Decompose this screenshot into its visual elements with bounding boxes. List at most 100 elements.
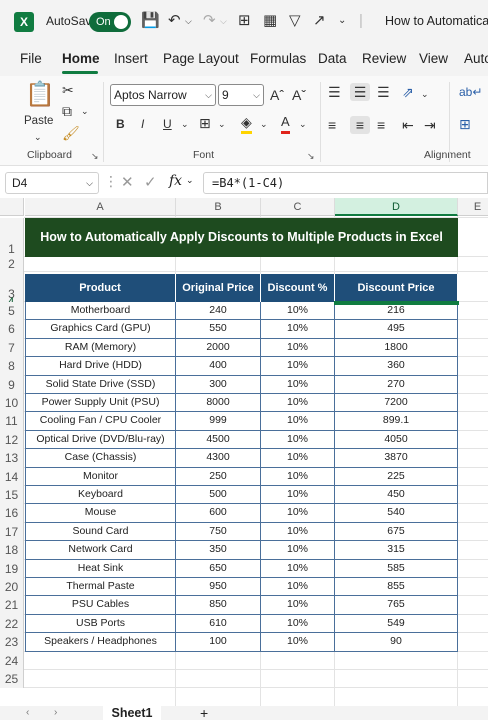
- cancel-icon[interactable]: ✕: [121, 173, 134, 191]
- tab-view[interactable]: View: [419, 51, 448, 66]
- discount-cell[interactable]: 10%: [261, 614, 335, 634]
- bold-icon[interactable]: B: [116, 115, 125, 133]
- discount-cell[interactable]: 10%: [261, 633, 335, 652]
- discount-price-cell[interactable]: 90: [335, 633, 458, 652]
- borders-icon[interactable]: ⊞: [199, 114, 211, 132]
- sheet-tab-sheet1[interactable]: Sheet1: [103, 706, 161, 720]
- row-header-17[interactable]: 17: [0, 522, 24, 542]
- row-header-19[interactable]: 19: [0, 559, 24, 578]
- discount-cell[interactable]: 10%: [261, 357, 335, 376]
- copy-icon[interactable]: ⧉: [62, 102, 72, 120]
- discount-price-cell[interactable]: 540: [335, 504, 458, 523]
- tab-page-layout[interactable]: Page Layout: [163, 51, 239, 66]
- row-header-10[interactable]: 10: [0, 394, 24, 413]
- clipboard-launcher-icon[interactable]: ↘: [91, 151, 99, 162]
- discount-price-cell[interactable]: 899.1: [335, 412, 458, 431]
- row-header-8[interactable]: 8: [0, 357, 24, 376]
- original-price-cell[interactable]: 610: [176, 614, 261, 634]
- row-header-6[interactable]: 6: [0, 320, 24, 339]
- enter-icon[interactable]: ✓: [144, 173, 157, 191]
- row-header-20[interactable]: 20: [0, 578, 24, 597]
- discount-cell[interactable]: 10%: [261, 394, 335, 413]
- product-cell[interactable]: Graphics Card (GPU): [25, 320, 176, 339]
- original-price-cell[interactable]: 999: [176, 412, 261, 431]
- original-price-cell[interactable]: 400: [176, 357, 261, 376]
- tab-formulas[interactable]: Formulas: [250, 51, 306, 66]
- row-header-25[interactable]: 25: [0, 670, 24, 689]
- discount-price-cell[interactable]: 270: [335, 375, 458, 394]
- paste-dropdown-icon[interactable]: ⌄: [34, 128, 42, 146]
- chevron-down-icon[interactable]: ⌄: [186, 175, 194, 186]
- discount-cell[interactable]: 10%: [261, 578, 335, 597]
- insert-function-icon[interactable]: fx: [169, 173, 182, 189]
- decrease-indent-icon[interactable]: ⇤: [402, 116, 414, 134]
- row-header-15[interactable]: 15: [0, 486, 24, 505]
- row-header-23[interactable]: 23: [0, 633, 24, 652]
- discount-cell[interactable]: 10%: [261, 522, 335, 542]
- discount-price-cell[interactable]: 585: [335, 559, 458, 578]
- original-price-cell[interactable]: 4300: [176, 449, 261, 468]
- redo-icon[interactable]: ↷: [203, 11, 216, 31]
- discount-price-cell[interactable]: 7200: [335, 394, 458, 413]
- product-cell[interactable]: Cooling Fan / CPU Cooler: [25, 412, 176, 431]
- original-price-cell[interactable]: 550: [176, 320, 261, 339]
- discount-cell[interactable]: 10%: [261, 449, 335, 468]
- font-color-dropdown-icon[interactable]: ⌄: [299, 115, 307, 133]
- decrease-font-icon[interactable]: Aˇ: [292, 86, 306, 104]
- discount-cell[interactable]: 10%: [261, 596, 335, 615]
- product-cell[interactable]: Mouse: [25, 504, 176, 523]
- original-price-cell[interactable]: 350: [176, 541, 261, 560]
- product-cell[interactable]: Hard Drive (HDD): [25, 357, 176, 376]
- align-left-icon[interactable]: ≡: [328, 116, 336, 134]
- product-cell[interactable]: Monitor: [25, 467, 176, 486]
- save-icon[interactable]: 💾: [141, 11, 160, 31]
- original-price-cell[interactable]: 600: [176, 504, 261, 523]
- discount-cell[interactable]: 10%: [261, 302, 335, 321]
- row-header-22[interactable]: 22: [0, 614, 24, 634]
- undo-icon[interactable]: ↶: [168, 11, 181, 31]
- discount-price-cell[interactable]: 450: [335, 486, 458, 505]
- increase-indent-icon[interactable]: ⇥: [424, 116, 436, 134]
- align-right-icon[interactable]: ≡: [377, 116, 385, 134]
- product-cell[interactable]: Optical Drive (DVD/Blu-ray): [25, 430, 176, 450]
- discount-price-cell[interactable]: 360: [335, 357, 458, 376]
- table-header-discount-percent[interactable]: Discount %: [261, 274, 335, 302]
- fill-color-icon[interactable]: ◈: [241, 113, 252, 134]
- discount-price-cell[interactable]: 1800: [335, 338, 458, 358]
- product-cell[interactable]: Speakers / Headphones: [25, 633, 176, 652]
- column-header-a[interactable]: A: [25, 198, 176, 216]
- discount-cell[interactable]: 10%: [261, 320, 335, 339]
- original-price-cell[interactable]: 4500: [176, 430, 261, 450]
- product-cell[interactable]: RAM (Memory): [25, 338, 176, 358]
- discount-price-cell[interactable]: 4050: [335, 430, 458, 450]
- discount-cell[interactable]: 10%: [261, 486, 335, 505]
- font-size-combo[interactable]: 9 ⌵: [218, 84, 264, 106]
- discount-price-cell[interactable]: 495: [335, 320, 458, 339]
- fill-dropdown-icon[interactable]: ⌄: [260, 115, 268, 133]
- orientation-icon[interactable]: ⇗: [402, 83, 414, 101]
- product-cell[interactable]: PSU Cables: [25, 596, 176, 615]
- align-middle-icon[interactable]: ☰: [350, 83, 370, 101]
- font-name-combo[interactable]: Aptos Narrow ⌵: [110, 84, 216, 106]
- discount-price-cell[interactable]: 765: [335, 596, 458, 615]
- tab-data[interactable]: Data: [318, 51, 347, 66]
- product-cell[interactable]: Keyboard: [25, 486, 176, 505]
- font-color-icon[interactable]: A: [281, 113, 290, 134]
- format-painter-icon[interactable]: 🖌: [62, 124, 80, 142]
- add-sheet-button[interactable]: +: [200, 706, 208, 720]
- next-sheet-icon[interactable]: ›: [54, 706, 57, 720]
- increase-font-icon[interactable]: Aˆ: [270, 86, 284, 104]
- discount-price-cell[interactable]: 315: [335, 541, 458, 560]
- discount-cell[interactable]: 10%: [261, 541, 335, 560]
- table-header-discount-price[interactable]: Discount Price: [335, 274, 458, 302]
- prev-sheet-icon[interactable]: ‹: [26, 706, 29, 720]
- tab-review[interactable]: Review: [362, 51, 406, 66]
- paste-icon[interactable]: 📋: [25, 80, 55, 110]
- more-icon[interactable]: ⋮: [104, 173, 118, 190]
- borders-dropdown-icon[interactable]: ⌄: [218, 115, 226, 133]
- orientation-dropdown-icon[interactable]: ⌄: [421, 85, 429, 103]
- discount-cell[interactable]: 10%: [261, 559, 335, 578]
- product-cell[interactable]: Power Supply Unit (PSU): [25, 394, 176, 413]
- row-header-9[interactable]: 9: [0, 375, 24, 394]
- copy-dropdown-icon[interactable]: ⌄: [81, 102, 89, 120]
